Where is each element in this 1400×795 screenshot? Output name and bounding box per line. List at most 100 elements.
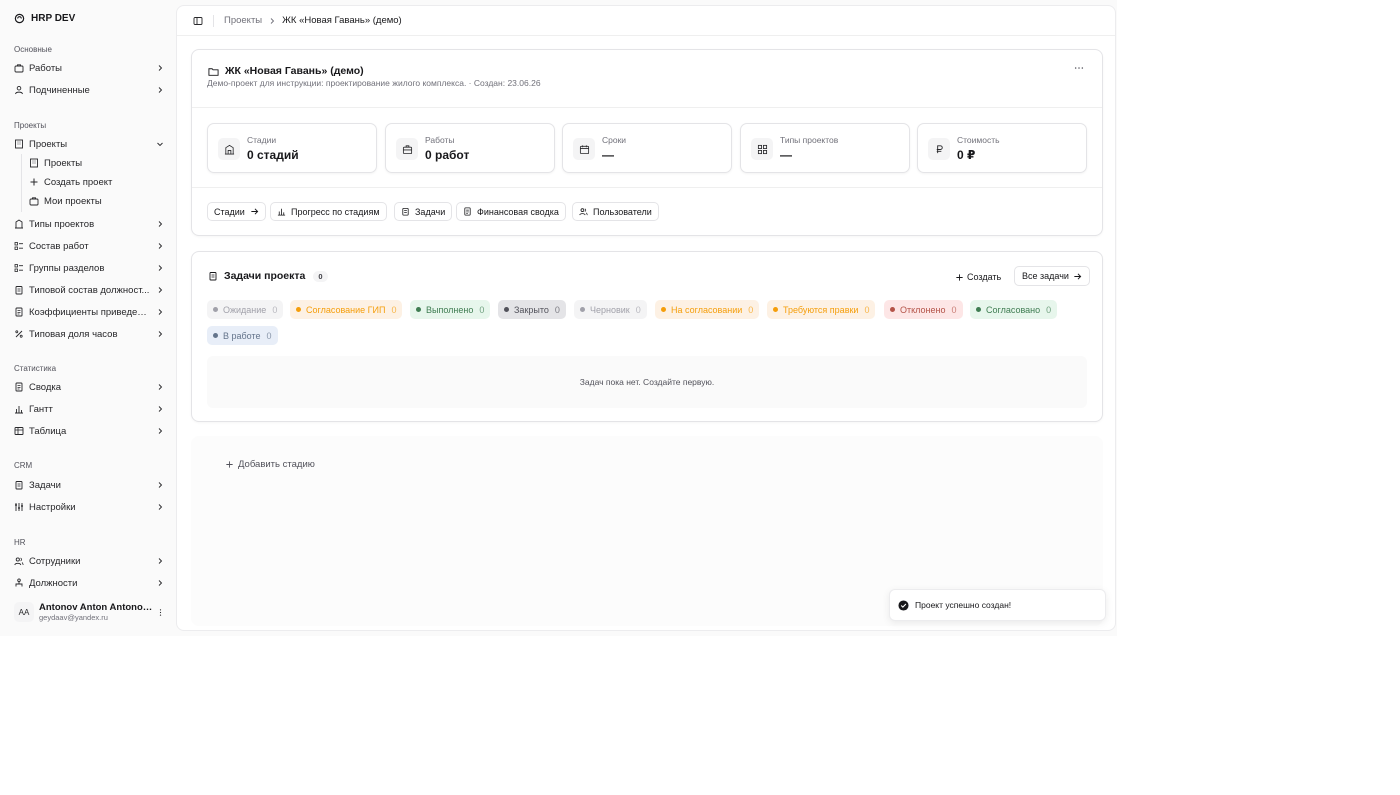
status-filter-chip[interactable]: Закрыто 0: [498, 300, 566, 319]
tasks-count-badge: 0: [313, 270, 328, 282]
sidebar-item-work-composition[interactable]: Состав работ: [14, 237, 164, 255]
sidebar-item-settings[interactable]: Настройки: [14, 498, 164, 516]
status-filter-count: 0: [748, 304, 754, 315]
status-filter-chip[interactable]: На согласовании 0: [655, 300, 760, 319]
briefcase-icon: [14, 63, 24, 73]
sidebar-item-label: Сотрудники: [29, 555, 81, 567]
sidebar-item-summary[interactable]: Сводка: [14, 378, 164, 396]
chevron-right-icon: [156, 427, 164, 435]
stat-card-stages: Стадии 0 стадий: [207, 123, 377, 173]
status-filter-chip[interactable]: Согласование ГИП 0: [290, 300, 403, 319]
user-profile[interactable]: AA Antonov Anton Antonovi... geydaav@yan…: [14, 600, 164, 624]
sidebar-subitem-create-project[interactable]: Создать проект: [29, 174, 112, 190]
status-filter-label: Черновик: [590, 304, 630, 315]
building-icon: [14, 219, 24, 229]
sliders-icon: [14, 502, 24, 512]
status-filter-chip[interactable]: Требуются правки 0: [767, 300, 876, 319]
status-filter-count: 0: [1046, 304, 1052, 315]
tasks-button-label: Задачи: [415, 206, 446, 217]
sidebar-item-project-types[interactable]: Типы проектов: [14, 215, 164, 233]
progress-button[interactable]: Прогресс по стадиям: [270, 202, 387, 221]
sidebar-item-section-groups[interactable]: Группы разделов: [14, 259, 164, 277]
status-dot-icon: [416, 307, 421, 312]
sidebar-item-label: Состав работ: [29, 240, 89, 252]
sidebar-item-typical-hours[interactable]: Типовая доля часов: [14, 325, 164, 343]
sidebar-toggle-icon[interactable]: [193, 16, 203, 26]
status-filter-chip[interactable]: Отклонено 0: [884, 300, 963, 319]
sidebar-item-label: Типовой состав должност...: [29, 284, 150, 296]
sidebar-item-positions[interactable]: Должности: [14, 574, 164, 592]
sidebar-item-gantt[interactable]: Гантт: [14, 400, 164, 418]
status-filter-count: 0: [272, 304, 278, 315]
chevron-right-icon: [156, 481, 164, 489]
building-icon: [29, 158, 39, 168]
status-filter-chip[interactable]: Согласовано 0: [970, 300, 1058, 319]
toast-message: Проект успешно создан!: [915, 600, 1012, 610]
add-stage-button[interactable]: Добавить стадию: [225, 459, 315, 470]
clipboard-icon: [14, 480, 24, 490]
project-description: Демо-проект для инструкции: проектирован…: [207, 78, 541, 88]
stat-label: Типы проектов: [780, 135, 839, 145]
stages-button[interactable]: Стадии: [207, 202, 266, 221]
all-tasks-button[interactable]: Все задачи: [1014, 266, 1090, 286]
sidebar-item-coefficients[interactable]: Коэффициенты приведени...: [14, 303, 164, 321]
stat-value: —: [602, 148, 614, 162]
sidebar-item-works[interactable]: Работы: [14, 59, 164, 77]
logo-icon: [14, 13, 25, 24]
breadcrumb-parent[interactable]: Проекты: [224, 15, 262, 26]
avatar: AA: [14, 602, 34, 622]
status-filter-chip[interactable]: В работе 0: [207, 326, 278, 345]
stat-value: 0 ₽: [957, 148, 976, 162]
user-name: Antonov Anton Antonovi...: [39, 602, 156, 613]
sidebar-subitem-projects[interactable]: Проекты: [29, 155, 82, 171]
more-vertical-icon[interactable]: [156, 606, 164, 618]
section-label-main: Основные: [14, 45, 52, 54]
sidebar-item-typical-positions[interactable]: Типовой состав должност...: [14, 281, 164, 299]
sidebar-item-subordinates[interactable]: Подчиненные: [14, 81, 164, 99]
sidebar-subitem-my-projects[interactable]: Мои проекты: [29, 193, 102, 209]
chevron-right-icon: [156, 557, 164, 565]
chevron-right-icon: [268, 17, 276, 25]
status-filter-chip[interactable]: Ожидание 0: [207, 300, 284, 319]
briefcase-icon: [396, 138, 418, 160]
more-horizontal-icon[interactable]: [1074, 66, 1086, 74]
status-filter-chip[interactable]: Выполнено 0: [410, 300, 491, 319]
create-task-button[interactable]: Создать: [955, 268, 1001, 286]
sidebar-item-employees[interactable]: Сотрудники: [14, 552, 164, 570]
sidebar-item-table[interactable]: Таблица: [14, 422, 164, 440]
calendar-icon: [573, 138, 595, 160]
user-icon: [14, 85, 24, 95]
section-label-stats: Статистика: [14, 364, 57, 373]
status-filter-label: Согласовано: [986, 304, 1041, 315]
stat-value: 0 стадий: [247, 148, 299, 162]
sidebar-item-tasks[interactable]: Задачи: [14, 476, 164, 494]
progress-button-label: Прогресс по стадиям: [291, 206, 380, 217]
status-filter-count: 0: [266, 330, 272, 341]
status-filter-label: Закрыто: [514, 304, 549, 315]
all-tasks-label: Все задачи: [1022, 271, 1069, 281]
clipboard-icon: [209, 272, 217, 281]
status-filter-chip[interactable]: Черновик 0: [574, 300, 647, 319]
chevron-right-icon: [156, 308, 164, 316]
users-button[interactable]: Пользователи: [572, 202, 659, 221]
brand[interactable]: HRP DEV: [14, 13, 75, 24]
finance-button[interactable]: Финансовая сводка: [456, 202, 566, 221]
status-dot-icon: [773, 307, 778, 312]
sidebar-item-label: Группы разделов: [29, 262, 105, 274]
divider: [213, 14, 214, 27]
sidebar-item-projects[interactable]: Проекты: [14, 135, 164, 153]
tasks-button[interactable]: Задачи: [394, 202, 453, 221]
check-circle-icon: [898, 599, 909, 611]
sidebar-subitem-label: Проекты: [44, 157, 83, 169]
status-filter-label: На согласовании: [671, 304, 743, 315]
project-card: ЖК «Новая Гавань» (демо) Демо-проект для…: [191, 49, 1103, 236]
chevron-right-icon: [156, 405, 164, 413]
ruble-icon: [928, 138, 950, 160]
status-dot-icon: [504, 307, 509, 312]
brand-name: HRP DEV: [31, 13, 76, 24]
sidebar-item-label: Работы: [29, 62, 62, 74]
topbar: Проекты ЖК «Новая Гавань» (демо): [177, 6, 1115, 36]
section-label-crm: CRM: [14, 461, 33, 470]
status-filter-label: Требуются правки: [783, 304, 859, 315]
stat-label: Стоимость: [957, 135, 1000, 145]
